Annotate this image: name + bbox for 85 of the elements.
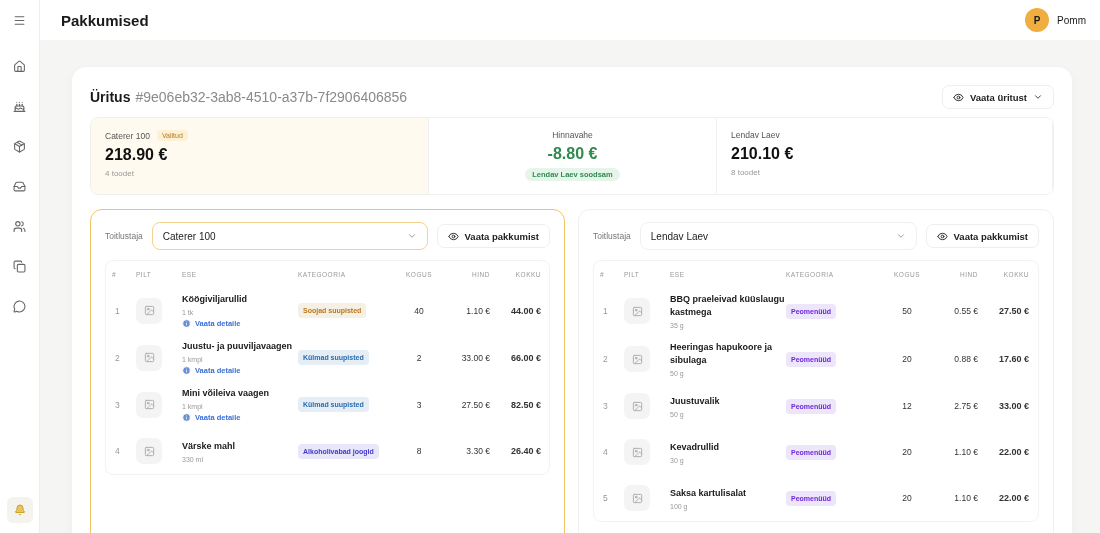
price-cell-text: 27.50 € [460, 399, 490, 410]
caterer-select[interactable]: Caterer 100 [151, 222, 428, 250]
row-number: 5 [602, 493, 609, 504]
view-event-button[interactable]: Vaata üritust [941, 85, 1054, 109]
total-cell-text: 22.00 € [997, 493, 1029, 504]
price-difference: -8.80 € [547, 145, 598, 163]
row-number: 3 [114, 399, 121, 410]
info-icon [182, 366, 191, 376]
product-count: 8 toodet [731, 168, 760, 177]
eye-icon [447, 230, 459, 242]
offer-total: 210.10 € [731, 145, 794, 163]
view-offer-button[interactable]: Vaata pakkumist [925, 224, 1039, 248]
total-cell-text: 33.00 € [997, 401, 1029, 412]
price-cell-text: 2.75 € [953, 401, 978, 412]
info-icon [182, 413, 191, 423]
quantity-cell-text: 20 [901, 354, 913, 365]
quantity-cell-text: 20 [901, 493, 913, 504]
image-icon [631, 353, 643, 365]
chevron-down-icon [895, 231, 906, 241]
image-icon [143, 399, 155, 411]
quantity-cell-text: 8 [415, 446, 423, 457]
info-icon [182, 319, 191, 329]
chevron-down-icon [1033, 92, 1043, 102]
image-icon [143, 352, 155, 364]
item-name: BBQ praeleivad küüslaugu kastmega [670, 293, 786, 320]
image-icon [631, 446, 643, 458]
item-name: Heeringas hapukoore ja sibulaga [670, 341, 774, 368]
price-cell-text: 3.30 € [465, 446, 490, 457]
price-cell-text: 0.88 € [953, 354, 978, 365]
view-offer-button[interactable]: Vaata pakkumist [436, 224, 550, 248]
product-count: 4 toodet [105, 169, 134, 178]
caterer-label: Toitlustaja [593, 231, 631, 241]
eye-icon [936, 230, 948, 242]
user-name: Pomm [1057, 14, 1086, 26]
caterer-label: Toitlustaja [105, 231, 143, 241]
quantity-cell-text: 2 [415, 352, 423, 363]
total-cell-text: 44.00 € [509, 305, 541, 316]
item-name: Kevadrullid [670, 440, 720, 454]
total-cell-text: 66.00 € [509, 352, 541, 363]
row-number: 1 [602, 306, 609, 317]
image-icon [143, 305, 155, 316]
row-number: 2 [114, 352, 121, 363]
bell-icon [13, 504, 26, 516]
difference-label: Hinnavahe [552, 130, 593, 140]
row-number: 2 [602, 354, 609, 365]
user-avatar[interactable]: P [1025, 8, 1050, 32]
price-cell-text: 1.10 € [953, 493, 978, 504]
image-icon [631, 305, 643, 317]
chevron-down-icon [406, 231, 417, 241]
total-cell-text: 26.40 € [509, 446, 541, 457]
item-name: Juustu- ja puuviljavaagen [182, 340, 294, 354]
quantity-cell-text: 50 [901, 306, 913, 317]
item-name: Mini võileiva vaagen [182, 387, 271, 401]
quantity-cell-text: 20 [901, 447, 913, 458]
total-cell-text: 82.50 € [509, 399, 541, 410]
image-icon [143, 445, 155, 457]
row-number: 4 [114, 446, 121, 457]
item-name: Saksa kartulisalat [670, 486, 748, 500]
quantity-cell-text: 40 [413, 305, 425, 316]
caterer-select[interactable]: Lendav Laev [639, 222, 917, 250]
total-cell-text: 22.00 € [997, 447, 1029, 458]
row-number: 4 [602, 447, 609, 458]
total-cell-text: 27.50 € [997, 306, 1029, 317]
event-id: #9e06eb32-3ab8-4510-a37b-7f2906406856 [135, 89, 408, 105]
item-name: Värske mahl [182, 439, 237, 453]
price-cell-text: 1.10 € [953, 447, 978, 458]
offer-total: 218.90 € [105, 146, 168, 164]
row-number: 1 [114, 305, 121, 316]
event-label: Üritus [90, 89, 131, 105]
price-cell-text: 1.10 € [465, 305, 490, 316]
price-cell-text: 33.00 € [460, 352, 490, 363]
item-name: Köögiviljarullid [182, 293, 248, 306]
image-icon [631, 400, 643, 412]
row-number: 3 [602, 401, 609, 412]
caterer-name: Caterer 100 [105, 130, 150, 141]
caterer-name: Lendav Laev [731, 130, 780, 140]
item-name: Juustuvalik [670, 394, 721, 408]
quantity-cell-text: 3 [415, 399, 423, 410]
eye-icon [952, 91, 964, 103]
image-icon [631, 492, 643, 504]
total-cell-text: 17.60 € [997, 354, 1029, 365]
price-cell-text: 0.55 € [953, 306, 978, 317]
menu-icon [13, 13, 26, 27]
quantity-cell-text: 12 [901, 401, 913, 412]
page-title: Pakkumised [61, 11, 149, 29]
